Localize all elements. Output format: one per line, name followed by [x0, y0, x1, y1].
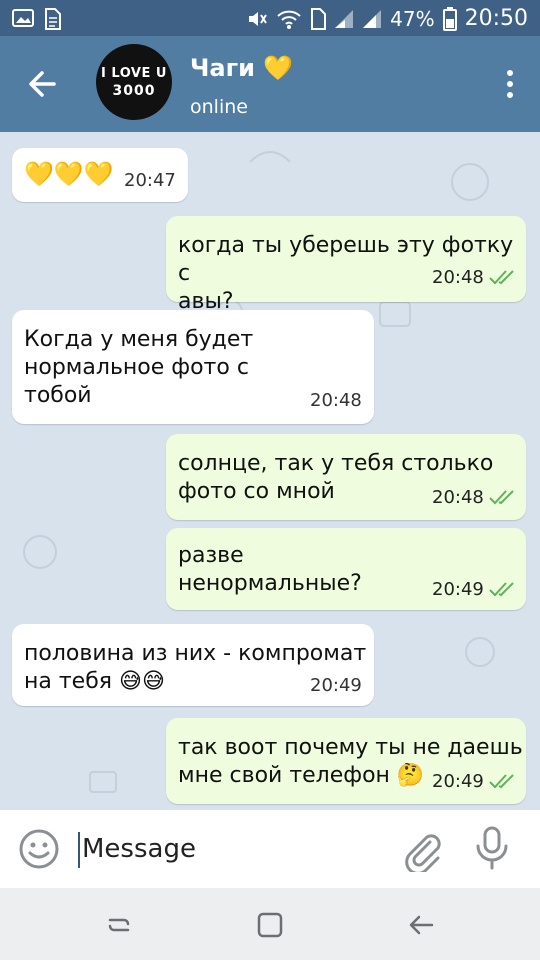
incoming-message[interactable]: половина из них - компромат на тебя 😅😅 2…	[12, 624, 374, 706]
recent-apps-icon[interactable]	[102, 908, 136, 942]
wifi-icon	[277, 10, 301, 29]
status-bar: 47% 20:50	[0, 0, 540, 36]
outgoing-message[interactable]: так воот почему ты не даешь мне свой тел…	[166, 718, 526, 804]
chat-title[interactable]: Чаги 💛	[190, 54, 293, 82]
outgoing-message[interactable]: разве ненормальные? 20:49	[166, 528, 526, 610]
avatar-text-line1: I LOVE U	[101, 65, 167, 81]
message-text: Когда у меня будет нормальное фото с тоб…	[24, 327, 254, 408]
read-checkmark-icon	[489, 774, 514, 789]
signal-icon-2	[363, 9, 382, 28]
message-time: 20:48	[432, 267, 484, 288]
message-time: 20:49	[432, 771, 484, 792]
message-list[interactable]: 💛💛💛 20:47 когда ты уберешь эту фотку с а…	[0, 132, 540, 810]
avatar[interactable]: I LOVE U 3000	[96, 44, 172, 120]
more-options-icon[interactable]	[498, 66, 522, 102]
home-icon[interactable]	[253, 908, 287, 942]
battery-icon	[442, 6, 457, 31]
battery-percent: 47%	[390, 6, 435, 31]
message-time: 20:47	[124, 170, 176, 191]
gallery-icon	[12, 9, 34, 27]
chat-header: I LOVE U 3000 Чаги 💛 online	[0, 36, 540, 132]
incoming-message[interactable]: 💛💛💛 20:47	[12, 148, 188, 202]
back-icon[interactable]	[404, 908, 438, 942]
message-time: 20:48	[310, 390, 362, 411]
message-time: 20:49	[310, 675, 362, 696]
document-icon	[45, 8, 61, 30]
message-time: 20:48	[432, 487, 484, 508]
mute-icon	[249, 11, 267, 26]
microphone-icon[interactable]	[472, 826, 512, 870]
read-checkmark-icon	[489, 490, 514, 505]
message-input[interactable]	[80, 828, 384, 870]
outgoing-message[interactable]: когда ты уберешь эту фотку с авы? 20:48	[166, 216, 526, 314]
message-time: 20:49	[432, 579, 484, 600]
message-text: 💛💛💛	[24, 160, 114, 188]
back-arrow-icon[interactable]	[20, 62, 64, 106]
message-text: разве ненормальные?	[178, 543, 362, 596]
incoming-message[interactable]: Когда у меня будет нормальное фото с тоб…	[12, 310, 374, 424]
read-checkmark-icon	[489, 582, 514, 597]
clock: 20:50	[464, 6, 528, 31]
signal-icon	[335, 9, 354, 28]
avatar-text-line2: 3000	[112, 82, 156, 99]
read-checkmark-icon	[489, 270, 514, 285]
message-composer	[0, 810, 540, 888]
system-navigation-bar	[0, 888, 540, 960]
attach-icon[interactable]	[400, 828, 444, 872]
sim-icon	[311, 7, 327, 30]
emoji-icon[interactable]	[18, 828, 60, 870]
chat-status: online	[190, 96, 248, 118]
outgoing-message[interactable]: солнце, так у тебя столько фото со мной …	[166, 434, 526, 520]
